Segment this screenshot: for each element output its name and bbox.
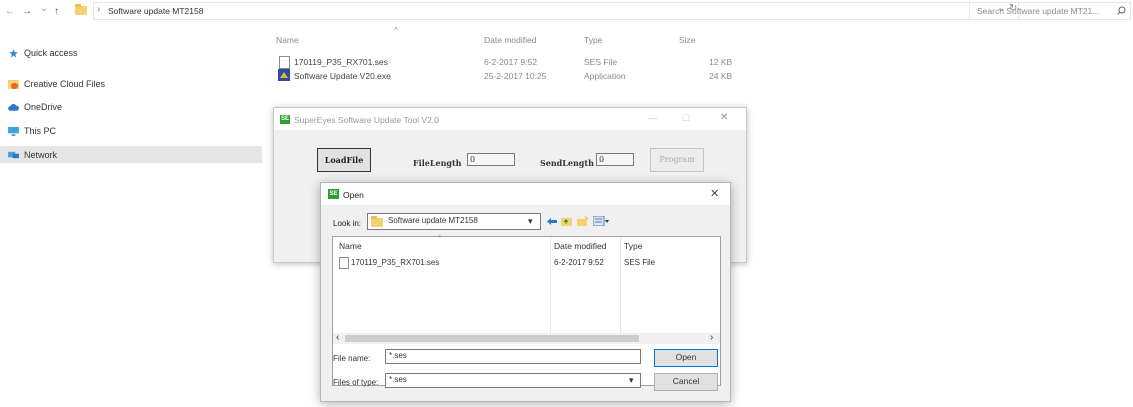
column-header-type[interactable]: Type bbox=[584, 35, 602, 45]
close-button[interactable]: ✕ bbox=[720, 112, 728, 123]
file-icon bbox=[339, 257, 349, 269]
close-button[interactable]: ✕ bbox=[710, 187, 719, 200]
look-in-select[interactable]: Software update MT2158 ▾ bbox=[367, 213, 541, 230]
creative-cloud-icon bbox=[8, 80, 19, 89]
send-length-field[interactable]: 0 bbox=[596, 153, 634, 166]
files-of-type-select[interactable]: *.ses ▾ bbox=[385, 373, 641, 388]
search-input[interactable]: Search Software update MT21... bbox=[969, 2, 1131, 20]
sidebar-item-label: OneDrive bbox=[24, 102, 63, 112]
sort-indicator: ^ bbox=[438, 235, 442, 242]
back-button[interactable]: ← bbox=[5, 6, 15, 17]
file-type: Application bbox=[584, 71, 626, 81]
program-button[interactable]: Program bbox=[650, 148, 704, 172]
up-folder-icon[interactable] bbox=[561, 216, 572, 226]
up-button[interactable]: ↑ bbox=[54, 6, 59, 17]
files-of-type-label: Files of type: bbox=[333, 378, 379, 387]
column-header-date[interactable]: Date modified bbox=[484, 35, 536, 45]
file-type: SES File bbox=[624, 258, 656, 267]
column-header-size[interactable]: Size bbox=[679, 35, 696, 45]
file-date: 25-2-2017 10:25 bbox=[484, 71, 547, 81]
tool-window-title: SuperEyes Software Update Tool V2.0 bbox=[294, 115, 439, 125]
sidebar-item-label: This PC bbox=[24, 126, 57, 136]
file-name: Software Update V20.exe bbox=[294, 71, 391, 81]
scrollbar-thumb[interactable] bbox=[345, 335, 639, 342]
breadcrumb-current[interactable]: Software update MT2158 bbox=[108, 6, 203, 16]
new-folder-icon[interactable] bbox=[577, 216, 588, 226]
file-name: 170119_P35_RX701.ses bbox=[351, 258, 440, 267]
scroll-left-arrow[interactable]: ‹ bbox=[336, 332, 339, 343]
open-file-dialog: SE Open ✕ Look in: Software update MT215… bbox=[320, 182, 731, 402]
send-length-label: SendLength bbox=[540, 158, 594, 168]
file-name: 170119_P35_RX701.ses bbox=[294, 57, 388, 67]
sort-indicator: ^ bbox=[394, 26, 398, 35]
minimize-button[interactable]: — bbox=[648, 113, 657, 123]
maximize-button[interactable]: ☐ bbox=[682, 113, 690, 124]
forward-button[interactable]: → bbox=[22, 6, 32, 17]
column-header-name[interactable]: Name bbox=[339, 241, 362, 251]
column-header-name[interactable]: Name bbox=[276, 35, 299, 45]
look-in-label: Look in: bbox=[333, 219, 362, 228]
network-icon bbox=[8, 151, 19, 159]
address-folder-icon bbox=[75, 4, 87, 15]
search-icon bbox=[1117, 6, 1126, 15]
column-header-type[interactable]: Type bbox=[624, 241, 642, 251]
search-placeholder: Search Software update MT21... bbox=[977, 6, 1100, 16]
open-dialog-title-bar[interactable]: SE Open ✕ bbox=[321, 183, 730, 205]
file-row[interactable]: 170119_P35_RX701.ses 6-2-2017 9:52 SES F… bbox=[276, 55, 746, 69]
monitor-icon bbox=[8, 127, 19, 136]
breadcrumb-separator: › bbox=[97, 4, 101, 15]
load-file-button[interactable]: LoadFile bbox=[317, 148, 371, 172]
sidebar-item-label: Creative Cloud Files bbox=[24, 79, 106, 89]
file-name-input[interactable]: *.ses bbox=[385, 349, 641, 364]
look-in-value: Software update MT2158 bbox=[388, 216, 478, 225]
superEyes-app-icon: SE bbox=[328, 189, 339, 199]
open-button[interactable]: Open bbox=[654, 349, 718, 367]
file-size: 24 KB bbox=[709, 71, 733, 81]
cancel-button[interactable]: Cancel bbox=[654, 373, 718, 391]
tool-title-bar[interactable]: SE SuperEyes Software Update Tool V2.0 —… bbox=[274, 108, 746, 130]
file-row[interactable]: 170119_P35_RX701.ses 6-2-2017 9:52 SES F… bbox=[333, 256, 720, 269]
file-size: 12 KB bbox=[709, 57, 733, 67]
column-header-date[interactable]: Date modified bbox=[554, 241, 606, 251]
cloud-icon bbox=[8, 103, 19, 111]
column-divider bbox=[620, 237, 621, 333]
chevron-down-icon: ▾ bbox=[528, 216, 533, 226]
scroll-right-arrow[interactable]: › bbox=[710, 332, 713, 343]
app-exe-icon bbox=[278, 69, 290, 81]
folder-icon bbox=[371, 216, 383, 227]
file-type: SES File bbox=[584, 57, 618, 67]
chevron-down-icon: ▾ bbox=[629, 375, 634, 385]
superEyes-app-icon: SE bbox=[280, 115, 290, 124]
star-icon bbox=[9, 49, 18, 58]
sidebar-item-label: Quick access bbox=[24, 48, 78, 58]
files-of-type-value: *.ses bbox=[389, 375, 407, 384]
file-row[interactable]: Software Update V20.exe 25-2-2017 10:25 … bbox=[276, 69, 746, 83]
sidebar-item-label: Network bbox=[24, 150, 58, 160]
view-menu-icon[interactable] bbox=[593, 216, 609, 226]
recent-locations-button[interactable]: ⌄ bbox=[40, 3, 48, 14]
file-date: 6-2-2017 9:52 bbox=[484, 57, 537, 67]
horizontal-scrollbar[interactable]: ‹ › bbox=[333, 332, 720, 344]
file-length-label: FileLength bbox=[413, 158, 462, 168]
file-date: 6-2-2017 9:52 bbox=[554, 258, 604, 267]
back-arrow-icon[interactable] bbox=[547, 217, 557, 226]
file-icon bbox=[279, 56, 290, 69]
file-length-field[interactable]: 0 bbox=[467, 153, 515, 166]
column-divider bbox=[550, 237, 551, 333]
open-dialog-title: Open bbox=[343, 190, 364, 200]
file-name-label: File name: bbox=[333, 354, 371, 363]
address-bar[interactable]: › Software update MT2158 ⌄ ↻ bbox=[93, 2, 1019, 20]
